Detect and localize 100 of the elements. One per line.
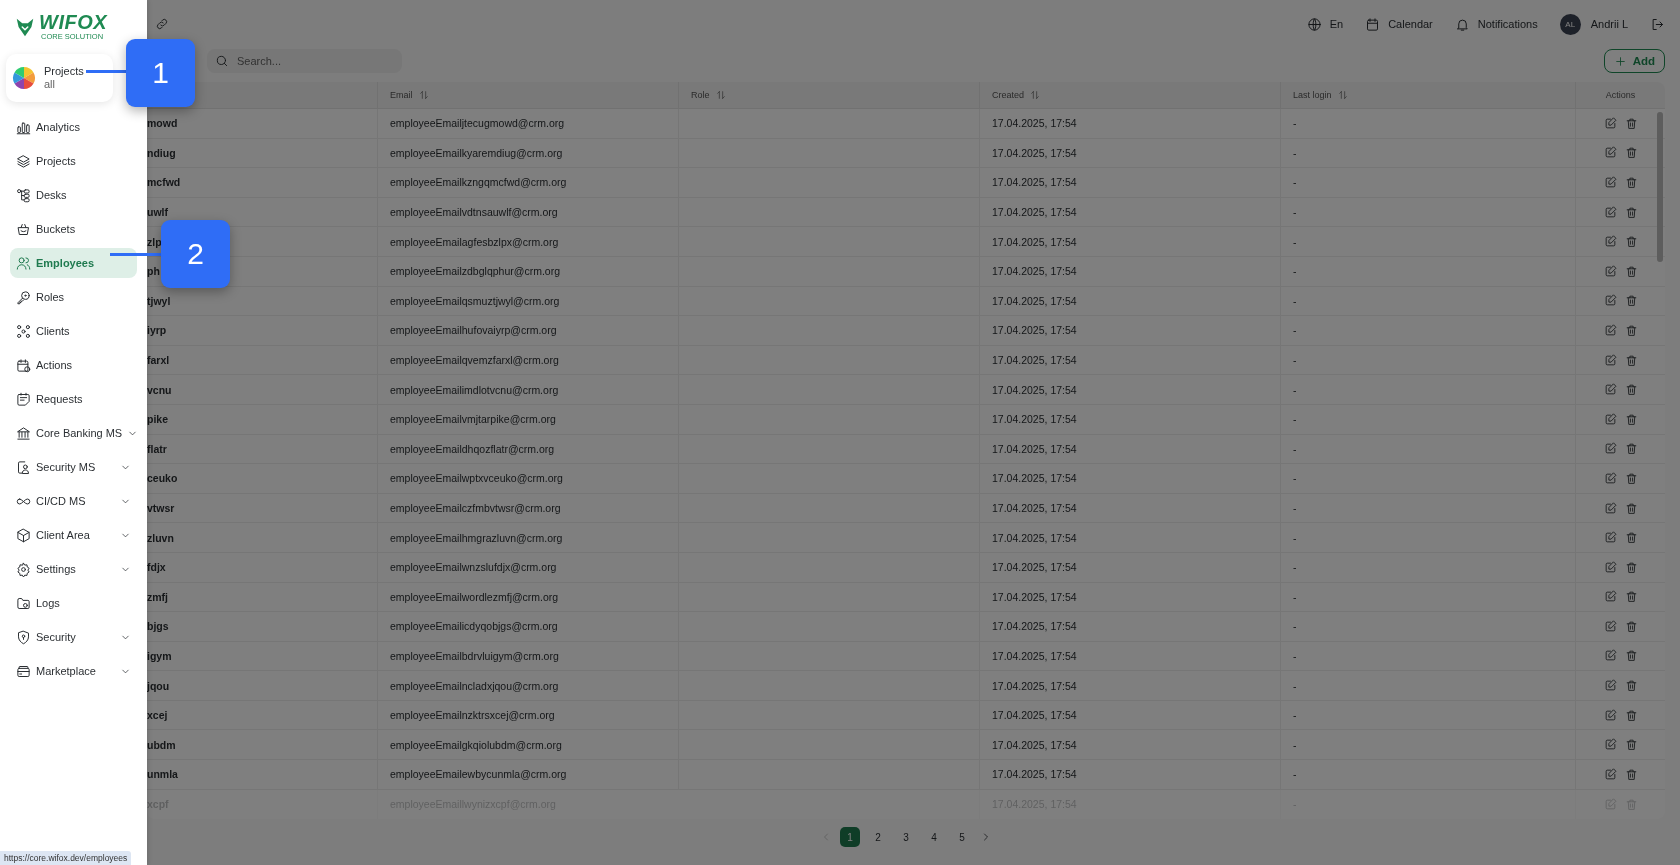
- edit-icon[interactable]: [1603, 560, 1617, 574]
- sort-icon[interactable]: [418, 90, 429, 100]
- calendar-icon: [16, 357, 31, 373]
- edit-icon[interactable]: [1603, 116, 1617, 130]
- trash-icon[interactable]: [1624, 205, 1638, 219]
- nav-item[interactable]: Analytics: [10, 112, 137, 142]
- search-field[interactable]: Search...: [207, 49, 402, 73]
- leader-line: [86, 70, 128, 73]
- table-cell: -: [1280, 197, 1575, 228]
- trash-icon[interactable]: [1624, 383, 1638, 397]
- trash-icon[interactable]: [1624, 649, 1638, 663]
- trash-icon[interactable]: [1624, 235, 1638, 249]
- nav-item[interactable]: Settings: [10, 554, 137, 584]
- trash-icon[interactable]: [1624, 619, 1638, 633]
- link-icon[interactable]: [155, 17, 169, 31]
- table-cell: -: [1280, 256, 1575, 287]
- edit-icon[interactable]: [1603, 471, 1617, 485]
- edit-icon[interactable]: [1603, 531, 1617, 545]
- table-cell: 17.04.2025, 17:54: [979, 138, 1280, 169]
- trash-icon[interactable]: [1624, 560, 1638, 574]
- people-network-icon: [16, 323, 31, 339]
- trash-icon[interactable]: [1624, 708, 1638, 722]
- edit-icon[interactable]: [1603, 442, 1617, 456]
- scrollbar[interactable]: [1657, 112, 1663, 262]
- edit-icon[interactable]: [1603, 294, 1617, 308]
- table-cell: employeeEmailwptxvceuko@crm.org: [377, 464, 678, 494]
- edit-icon[interactable]: [1603, 383, 1617, 397]
- user-avatar[interactable]: AL: [1559, 13, 1581, 35]
- nav-item[interactable]: Clients: [10, 316, 137, 346]
- edit-icon[interactable]: [1603, 235, 1617, 249]
- user-name[interactable]: Andrii L: [1590, 18, 1628, 30]
- edit-icon[interactable]: [1603, 353, 1617, 367]
- logout-icon[interactable]: [1650, 16, 1665, 32]
- table-cell: mowd: [147, 109, 377, 139]
- trash-icon[interactable]: [1624, 679, 1638, 693]
- edit-icon[interactable]: [1603, 146, 1617, 160]
- nav-item[interactable]: Logs: [10, 588, 137, 618]
- hierarchy-icon: [16, 187, 31, 203]
- table-cell: zmfj: [147, 582, 377, 613]
- trash-icon[interactable]: [1624, 353, 1638, 367]
- trash-icon[interactable]: [1624, 176, 1638, 189]
- page-button[interactable]: 2: [868, 827, 888, 848]
- page-button[interactable]: 5: [952, 827, 972, 848]
- edit-icon[interactable]: [1603, 412, 1617, 426]
- nav-item[interactable]: Core Banking MS: [10, 418, 137, 448]
- card-icon: [16, 663, 31, 679]
- trash-icon[interactable]: [1624, 412, 1638, 426]
- table-cell: 17.04.2025, 17:54: [979, 464, 1280, 494]
- edit-icon[interactable]: [1603, 767, 1617, 781]
- edit-icon[interactable]: [1603, 649, 1617, 663]
- trash-icon[interactable]: [1624, 146, 1638, 160]
- table-cell: employeeEmailvdtnsauwlf@crm.org: [377, 197, 678, 228]
- notifications-link[interactable]: Notifications: [1454, 16, 1538, 32]
- trash-icon[interactable]: [1624, 294, 1638, 308]
- trash-icon[interactable]: [1624, 531, 1638, 545]
- trash-icon[interactable]: [1624, 264, 1638, 278]
- nav-item[interactable]: Actions: [10, 350, 137, 380]
- language-selector[interactable]: En: [1306, 16, 1344, 32]
- nav-item[interactable]: Security: [10, 622, 137, 652]
- trash-icon[interactable]: [1624, 501, 1638, 515]
- table-cell: employeeEmailqsmuztjwyl@crm.org: [377, 286, 678, 317]
- sort-icon[interactable]: [1337, 90, 1348, 100]
- edit-icon[interactable]: [1603, 264, 1617, 278]
- page-button[interactable]: 3: [896, 827, 916, 848]
- nav-item[interactable]: Marketplace: [10, 656, 137, 686]
- page-button[interactable]: 4: [924, 827, 944, 848]
- edit-icon[interactable]: [1603, 738, 1617, 752]
- calendar-link[interactable]: Calendar: [1365, 16, 1433, 32]
- nav-item[interactable]: CI/CD MS: [10, 486, 137, 516]
- edit-icon[interactable]: [1603, 679, 1617, 693]
- nav-item[interactable]: Security MS: [10, 452, 137, 482]
- edit-icon[interactable]: [1603, 619, 1617, 633]
- table-cell: employeeEmailbdrvluigym@crm.org: [377, 641, 678, 672]
- project-selector[interactable]: Projects all: [6, 54, 113, 102]
- trash-icon[interactable]: [1624, 767, 1638, 781]
- table-cell: 17.04.2025, 17:54: [979, 552, 1280, 583]
- table-cell: -: [1280, 760, 1575, 790]
- nav-item[interactable]: Desks: [10, 180, 137, 210]
- trash-icon[interactable]: [1624, 116, 1638, 130]
- nav-item[interactable]: Client Area: [10, 520, 137, 550]
- edit-icon[interactable]: [1603, 708, 1617, 722]
- table-cell: 17.04.2025, 17:54: [979, 730, 1280, 761]
- edit-icon[interactable]: [1603, 590, 1617, 604]
- trash-icon[interactable]: [1624, 590, 1638, 604]
- nav-item[interactable]: Projects: [10, 146, 137, 176]
- nav-item[interactable]: Buckets: [10, 214, 137, 244]
- edit-icon[interactable]: [1603, 501, 1617, 515]
- trash-icon[interactable]: [1624, 471, 1638, 485]
- sort-icon[interactable]: [1030, 90, 1041, 100]
- trash-icon[interactable]: [1624, 738, 1638, 752]
- nav-item[interactable]: Employees: [10, 248, 137, 278]
- nav-item[interactable]: Roles: [10, 282, 137, 312]
- trash-icon[interactable]: [1624, 442, 1638, 456]
- nav-item[interactable]: Requests: [10, 384, 137, 414]
- sort-icon[interactable]: [715, 90, 726, 100]
- edit-icon[interactable]: [1603, 176, 1617, 189]
- edit-icon[interactable]: [1603, 205, 1617, 219]
- cube-icon: [16, 527, 31, 543]
- trash-icon[interactable]: [1624, 323, 1638, 337]
- edit-icon[interactable]: [1603, 323, 1617, 337]
